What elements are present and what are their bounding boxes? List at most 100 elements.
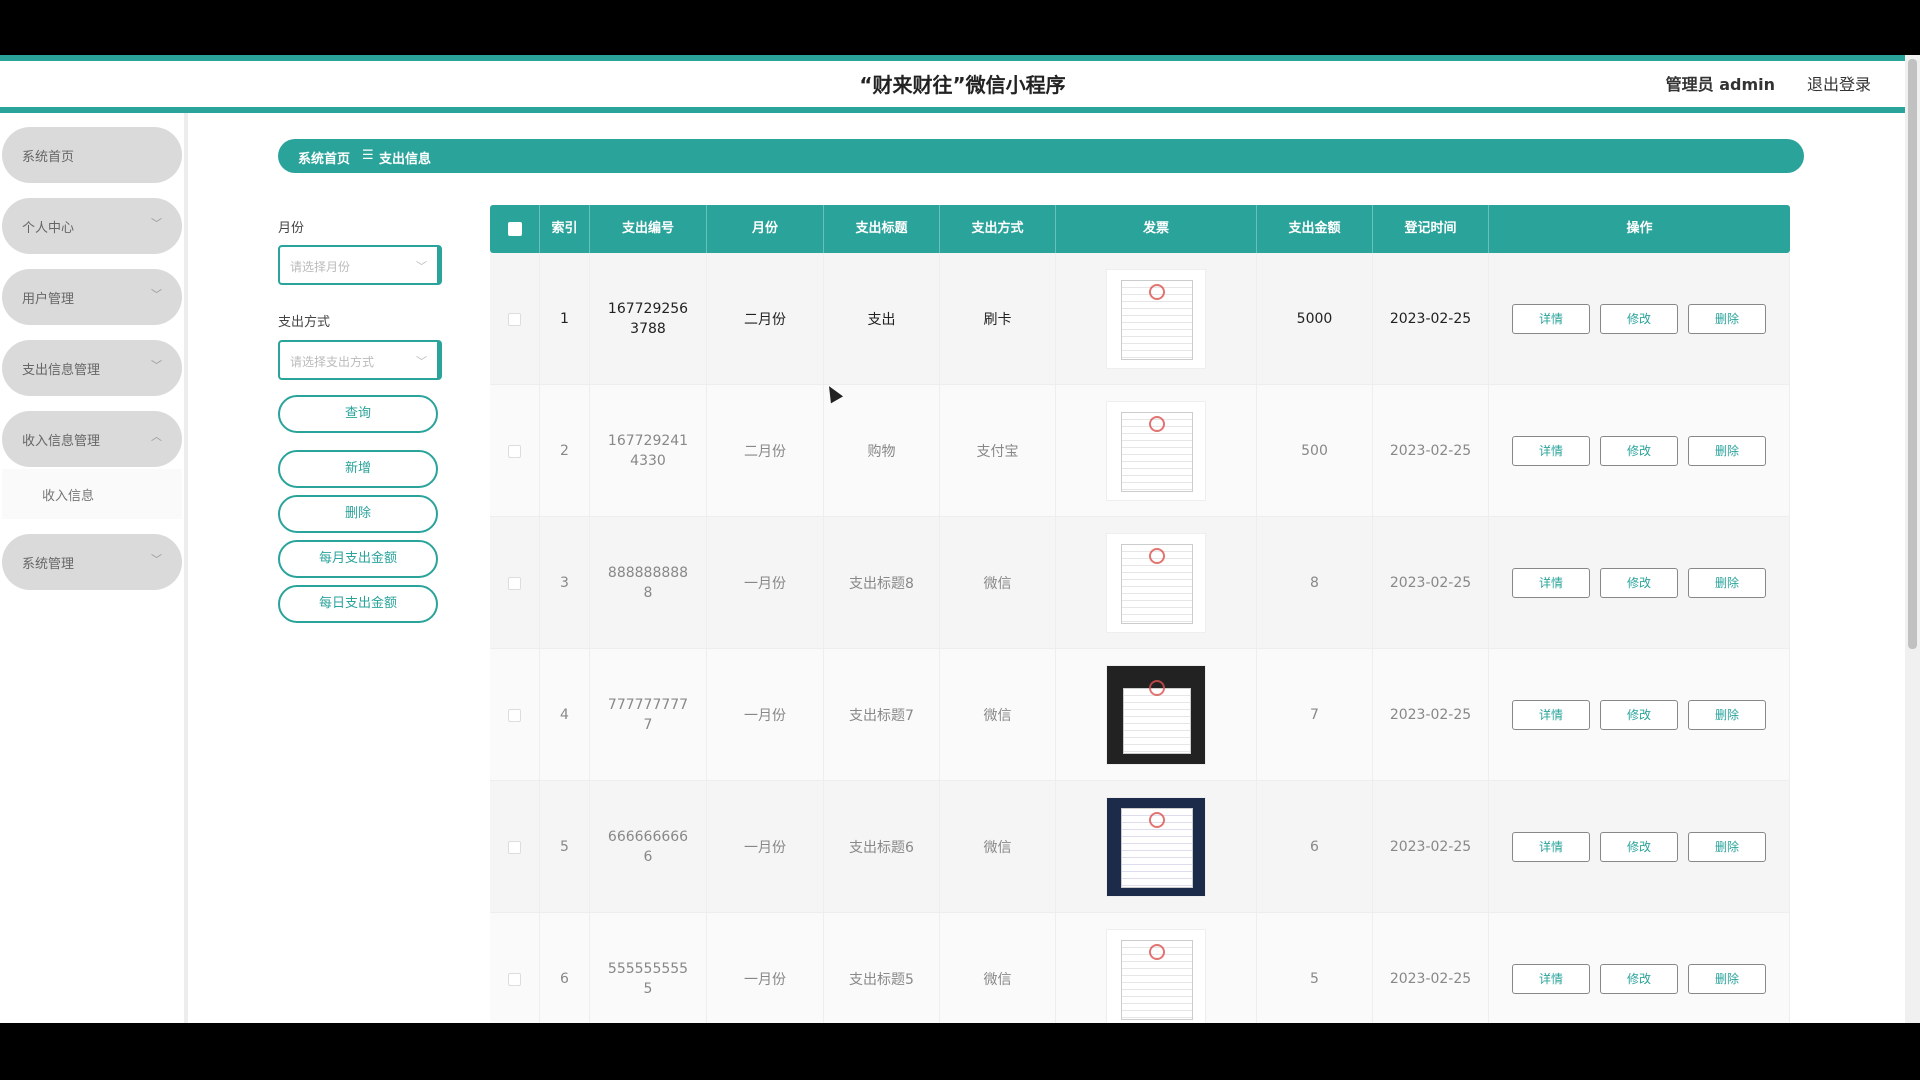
invoice-image[interactable] bbox=[1106, 401, 1206, 501]
sidebar-subitem-label: 收入信息 bbox=[42, 489, 95, 504]
sidebar-item-users[interactable]: 用户管理 ﹀ bbox=[2, 269, 182, 325]
sidebar-item-system[interactable]: 系统管理 ﹀ bbox=[2, 534, 182, 590]
cell-number: 7777777777 bbox=[590, 649, 707, 781]
cell-method: 支付宝 bbox=[940, 385, 1056, 517]
table-row: 3 8888888888 一月份 支出标题8 微信 8 2023-02-25 详情 修改 删除 bbox=[490, 517, 1790, 649]
batch-delete-button[interactable]: 删除 bbox=[278, 495, 438, 533]
month-select-placeholder: 请选择月份 bbox=[290, 260, 351, 274]
cell-number: 1677292563788 bbox=[590, 253, 707, 385]
delete-button[interactable]: 删除 bbox=[1688, 964, 1766, 994]
invoice-image[interactable] bbox=[1106, 797, 1206, 897]
chevron-down-icon: ﹀ bbox=[151, 288, 162, 301]
detail-button[interactable]: 详情 bbox=[1512, 964, 1590, 994]
invoice-stamp bbox=[1149, 812, 1165, 828]
method-select-placeholder: 请选择支出方式 bbox=[290, 355, 375, 369]
sidebar-item-personal[interactable]: 个人中心 ﹀ bbox=[2, 198, 182, 254]
amount-value: 8 bbox=[1310, 575, 1319, 591]
amount-value: 7 bbox=[1310, 707, 1319, 723]
method-value: 支付宝 bbox=[976, 444, 1019, 460]
sidebar-item-expense[interactable]: 支出信息管理 ﹀ bbox=[2, 340, 182, 396]
delete-button[interactable]: 删除 bbox=[1688, 436, 1766, 466]
header-invoice: 发票 bbox=[1056, 205, 1257, 253]
add-button[interactable]: 新增 bbox=[278, 450, 438, 488]
query-button[interactable]: 查询 bbox=[278, 395, 438, 433]
row-checkbox[interactable] bbox=[508, 312, 521, 326]
index-value: 3 bbox=[560, 575, 569, 591]
cell-index: 6 bbox=[540, 913, 590, 1023]
detail-button[interactable]: 详情 bbox=[1512, 436, 1590, 466]
method-select[interactable]: 请选择支出方式 ﹀ bbox=[278, 340, 442, 380]
invoice-stamp bbox=[1149, 284, 1165, 300]
index-value: 4 bbox=[560, 707, 569, 723]
cell-title: 支出标题6 bbox=[824, 781, 940, 913]
breadcrumb-home[interactable]: 系统首页 bbox=[298, 148, 350, 167]
edit-button[interactable]: 修改 bbox=[1600, 832, 1678, 862]
delete-button[interactable]: 删除 bbox=[1688, 304, 1766, 334]
invoice-image[interactable] bbox=[1106, 533, 1206, 633]
cell-time: 2023-02-25 bbox=[1373, 385, 1489, 517]
edit-button[interactable]: 修改 bbox=[1600, 700, 1678, 730]
cell-month: 一月份 bbox=[707, 517, 824, 649]
number-value: 8888888888 bbox=[607, 565, 689, 601]
delete-button[interactable]: 删除 bbox=[1688, 700, 1766, 730]
invoice-image[interactable] bbox=[1106, 665, 1206, 765]
cell-title: 支出 bbox=[824, 253, 940, 385]
cell-time: 2023-02-25 bbox=[1373, 781, 1489, 913]
sidebar-item-income[interactable]: 收入信息管理 ︿ bbox=[2, 411, 182, 467]
cell-time: 2023-02-25 bbox=[1373, 253, 1489, 385]
detail-button[interactable]: 详情 bbox=[1512, 304, 1590, 334]
sidebar-subitem-income-info[interactable]: 收入信息 bbox=[2, 469, 182, 519]
header-amount: 支出金额 bbox=[1257, 205, 1373, 253]
header-index: 索引 bbox=[540, 205, 590, 253]
month-select[interactable]: 请选择月份 ﹀ bbox=[278, 245, 442, 285]
row-checkbox[interactable] bbox=[508, 840, 521, 854]
row-checkbox[interactable] bbox=[508, 708, 521, 722]
sidebar-item-label: 个人中心 bbox=[22, 221, 75, 236]
screen-bottom-bar bbox=[0, 1023, 1920, 1080]
delete-button[interactable]: 删除 bbox=[1688, 832, 1766, 862]
detail-button[interactable]: 详情 bbox=[1512, 832, 1590, 862]
invoice-cell bbox=[1056, 913, 1257, 1023]
row-checkbox[interactable] bbox=[508, 444, 521, 458]
invoice-stamp bbox=[1149, 944, 1165, 960]
cell-title: 支出标题7 bbox=[824, 649, 940, 781]
edit-button[interactable]: 修改 bbox=[1600, 568, 1678, 598]
breadcrumb: 系统首页 ☰ 支出信息 bbox=[278, 139, 1804, 173]
logout-link[interactable]: 退出登录 bbox=[1807, 71, 1871, 95]
daily-expense-button[interactable]: 每日支出金额 bbox=[278, 585, 438, 623]
invoice-cell bbox=[1056, 385, 1257, 517]
cell-amount: 7 bbox=[1257, 649, 1373, 781]
sidebar-item-home[interactable]: 系统首页 bbox=[2, 127, 182, 183]
edit-button[interactable]: 修改 bbox=[1600, 436, 1678, 466]
row-select-cell bbox=[490, 517, 540, 649]
delete-button[interactable]: 删除 bbox=[1688, 568, 1766, 598]
cell-amount: 5 bbox=[1257, 913, 1373, 1023]
scrollbar-thumb[interactable] bbox=[1908, 59, 1917, 649]
method-value: 微信 bbox=[983, 972, 1012, 988]
edit-button[interactable]: 修改 bbox=[1600, 304, 1678, 334]
edit-button[interactable]: 修改 bbox=[1600, 964, 1678, 994]
cell-method: 刷卡 bbox=[940, 253, 1056, 385]
invoice-image[interactable] bbox=[1106, 269, 1206, 369]
month-value: 二月份 bbox=[744, 312, 786, 328]
month-value: 一月份 bbox=[744, 708, 786, 724]
sidebar-item-label: 收入信息管理 bbox=[22, 434, 101, 449]
detail-button[interactable]: 详情 bbox=[1512, 700, 1590, 730]
index-value: 6 bbox=[560, 971, 569, 987]
row-checkbox[interactable] bbox=[508, 576, 521, 590]
select-all-checkbox[interactable] bbox=[507, 221, 522, 236]
detail-button[interactable]: 详情 bbox=[1512, 568, 1590, 598]
invoice-image[interactable] bbox=[1106, 929, 1206, 1023]
row-select-cell bbox=[490, 781, 540, 913]
month-value: 二月份 bbox=[744, 444, 786, 460]
chevron-down-icon: ﹀ bbox=[416, 260, 427, 273]
sidebar-item-label: 支出信息管理 bbox=[22, 363, 101, 378]
chevron-down-icon: ﹀ bbox=[416, 355, 427, 368]
invoice-stamp bbox=[1149, 416, 1165, 432]
title-value: 支出 bbox=[867, 312, 896, 328]
app-window: “财来财往”微信小程序 管理员 admin 退出登录 系统首页 个人中心 ﹀ 用… bbox=[0, 55, 1905, 1023]
row-checkbox[interactable] bbox=[508, 972, 521, 986]
vertical-scrollbar[interactable] bbox=[1905, 55, 1920, 1023]
index-value: 1 bbox=[560, 311, 569, 327]
monthly-expense-button[interactable]: 每月支出金额 bbox=[278, 540, 438, 578]
